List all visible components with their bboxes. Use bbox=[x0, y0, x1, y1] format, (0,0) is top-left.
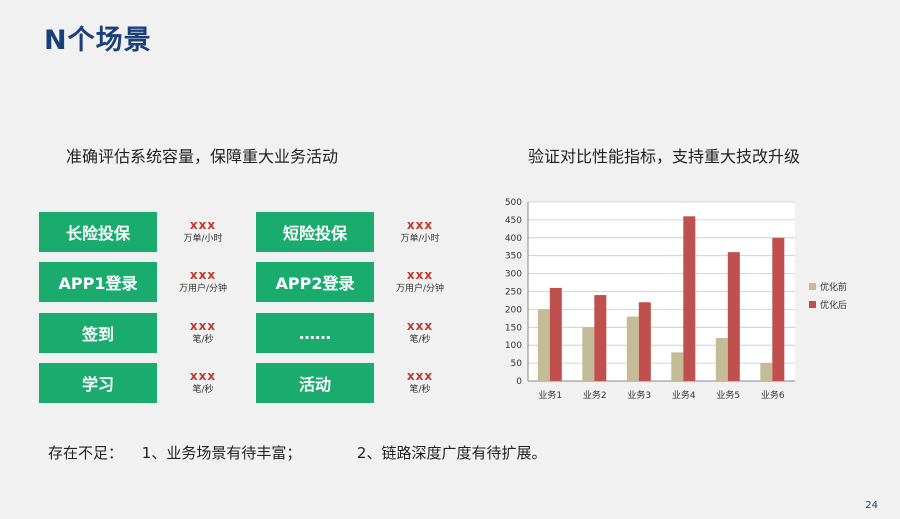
bar bbox=[683, 216, 696, 381]
scenario-button[interactable]: APP1登录 bbox=[39, 262, 157, 302]
metric-unit: 万用户/分钟 bbox=[178, 284, 228, 294]
metric-value: xxx bbox=[406, 268, 434, 282]
x-tick-label: 业务6 bbox=[761, 389, 785, 401]
metric-value: xxx bbox=[189, 319, 217, 333]
metric-value: xxx bbox=[189, 369, 217, 383]
x-tick-label: 业务5 bbox=[716, 389, 740, 401]
summary-line: 存在不足： 1、业务场景有待丰富； 2、链路深度广度有待扩展。 bbox=[48, 442, 560, 463]
scenario-cell: APP1登录 xxx 万用户/分钟 bbox=[39, 262, 244, 302]
x-tick-label: 业务1 bbox=[538, 389, 562, 401]
bar bbox=[671, 352, 684, 381]
scenario-metric: xxx 笔/秒 bbox=[380, 369, 460, 397]
legend-swatch bbox=[809, 283, 816, 290]
metric-unit: 笔/秒 bbox=[192, 385, 214, 395]
y-tick-label: 300 bbox=[505, 270, 522, 280]
x-tick-label: 业务3 bbox=[627, 389, 651, 401]
page-number: 24 bbox=[865, 500, 878, 511]
metric-unit: 笔/秒 bbox=[409, 335, 431, 345]
y-tick-label: 450 bbox=[505, 216, 522, 226]
bar bbox=[772, 237, 785, 381]
metric-value: xxx bbox=[406, 218, 434, 232]
y-tick-label: 100 bbox=[505, 341, 522, 351]
metric-value: xxx bbox=[189, 218, 217, 232]
scenario-button[interactable]: 学习 bbox=[39, 363, 157, 403]
bar bbox=[715, 338, 728, 381]
summary-item-1: 1、业务场景有待丰富； bbox=[141, 444, 302, 462]
scenario-cell: 活动 xxx 笔/秒 bbox=[256, 363, 461, 403]
metric-unit: 笔/秒 bbox=[192, 335, 214, 345]
scenario-cell: …… xxx 笔/秒 bbox=[256, 313, 461, 353]
legend-label: 优化后 bbox=[820, 299, 847, 311]
x-tick-label: 业务4 bbox=[672, 389, 696, 401]
scenario-metric: xxx 万单/小时 bbox=[163, 218, 243, 246]
metric-value: xxx bbox=[189, 268, 217, 282]
right-subheading: 验证对比性能指标，支持重大技改升级 bbox=[528, 147, 801, 166]
y-tick-label: 200 bbox=[505, 305, 522, 315]
y-tick-label: 400 bbox=[505, 234, 522, 244]
scenario-button[interactable]: …… bbox=[256, 313, 374, 353]
metric-unit: 万单/小时 bbox=[183, 234, 223, 244]
y-tick-label: 50 bbox=[511, 359, 523, 369]
scenario-metric: xxx 笔/秒 bbox=[163, 369, 243, 397]
y-tick-label: 500 bbox=[505, 198, 522, 208]
bar bbox=[594, 295, 607, 381]
scenario-button[interactable]: 长险投保 bbox=[39, 212, 157, 252]
legend-swatch bbox=[809, 301, 816, 308]
scenario-metric: xxx 万单/小时 bbox=[380, 218, 460, 246]
summary-item-2: 2、链路深度广度有待扩展。 bbox=[356, 444, 547, 462]
scenario-button[interactable]: 活动 bbox=[256, 363, 374, 403]
page-title: N个场景 bbox=[44, 25, 152, 56]
scenario-cell: APP2登录 xxx 万用户/分钟 bbox=[256, 262, 461, 302]
y-tick-label: 0 bbox=[516, 377, 522, 387]
bar bbox=[626, 316, 639, 381]
bar bbox=[727, 252, 740, 381]
y-tick-label: 150 bbox=[505, 323, 522, 333]
left-subheading: 准确评估系统容量，保障重大业务活动 bbox=[66, 147, 339, 166]
bar bbox=[582, 327, 595, 381]
y-tick-label: 250 bbox=[505, 288, 522, 298]
metric-value: xxx bbox=[406, 369, 434, 383]
metric-unit: 笔/秒 bbox=[409, 385, 431, 395]
scenario-button[interactable]: 短险投保 bbox=[256, 212, 374, 252]
summary-prefix: 存在不足： bbox=[48, 444, 124, 462]
metric-unit: 万用户/分钟 bbox=[395, 284, 445, 294]
scenario-button[interactable]: 签到 bbox=[39, 313, 157, 353]
metric-unit: 万单/小时 bbox=[400, 234, 440, 244]
scenario-grid: 长险投保 xxx 万单/小时 短险投保 xxx 万单/小时 APP1登录 xxx… bbox=[39, 212, 461, 403]
scenario-cell: 签到 xxx 笔/秒 bbox=[39, 313, 244, 353]
bar bbox=[638, 302, 651, 381]
scenario-button[interactable]: APP2登录 bbox=[256, 262, 374, 302]
metric-value: xxx bbox=[406, 319, 434, 333]
scenario-metric: xxx 笔/秒 bbox=[380, 319, 460, 347]
bar bbox=[549, 287, 562, 381]
y-tick-label: 350 bbox=[505, 252, 522, 262]
performance-bar-chart: 0 50 100 150 200 250 300 350 400 450 500 业务1 业务2 业务3 业… bbox=[505, 198, 847, 401]
scenario-cell: 学习 xxx 笔/秒 bbox=[39, 363, 244, 403]
scenario-metric: xxx 笔/秒 bbox=[163, 319, 243, 347]
scenario-cell: 短险投保 xxx 万单/小时 bbox=[256, 212, 461, 252]
bar bbox=[537, 309, 550, 381]
bar bbox=[760, 363, 773, 381]
x-tick-label: 业务2 bbox=[583, 389, 607, 401]
scenario-metric: xxx 万用户/分钟 bbox=[163, 268, 243, 296]
scenario-cell: 长险投保 xxx 万单/小时 bbox=[39, 212, 244, 252]
scenario-metric: xxx 万用户/分钟 bbox=[380, 268, 460, 296]
legend-label: 优化前 bbox=[820, 281, 847, 293]
